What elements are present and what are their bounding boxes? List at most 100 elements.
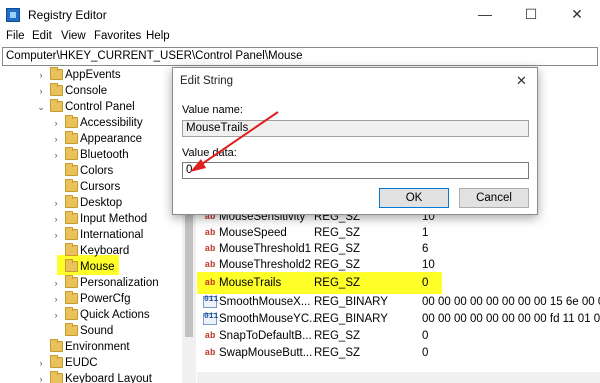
value-row-mousethreshold2[interactable]: ab MouseThreshold2 REG_SZ 10 (197, 257, 600, 273)
string-value-icon: ab (204, 244, 216, 254)
title-bar: Registry Editor — ☐ ✕ (0, 0, 600, 28)
expand-icon[interactable]: › (36, 67, 46, 83)
tree-item-label: Sound (80, 325, 114, 337)
expand-icon[interactable]: › (51, 291, 61, 307)
string-value-icon: ab (204, 228, 216, 238)
value-name: SwapMouseButt... (219, 347, 313, 359)
value-type: REG_BINARY (314, 296, 388, 308)
value-type: REG_SZ (314, 347, 361, 359)
folder-icon (65, 131, 78, 144)
string-value-icon: ab (204, 278, 216, 288)
tree-item-label: International (80, 229, 144, 241)
value-name: MouseSpeed (219, 227, 287, 239)
expand-icon[interactable]: › (51, 211, 61, 227)
expand-icon[interactable]: › (51, 307, 61, 323)
folder-icon (65, 195, 78, 208)
folder-icon (65, 307, 78, 320)
folder-icon (65, 275, 78, 288)
minimize-button[interactable]: — (462, 3, 508, 25)
key-tree: › AppEvents › Console ⌄ Control Panel › … (0, 67, 196, 383)
expand-icon[interactable]: › (51, 275, 61, 291)
value-data-field[interactable]: 0 (182, 162, 529, 179)
menu-bar: File Edit View Favorites Help (0, 28, 600, 46)
value-data: 00 00 00 00 00 00 00 00 fd 11 01 0 (422, 313, 600, 325)
value-data: 0 (422, 277, 429, 289)
expand-icon[interactable]: › (51, 227, 61, 243)
value-name: MouseThreshold1 (219, 243, 312, 255)
dialog-title: Edit String (180, 75, 234, 87)
value-type: REG_SZ (314, 259, 361, 271)
binary-value-icon: 011 (203, 296, 218, 308)
values-horizontal-scrollbar[interactable] (197, 372, 600, 383)
tree-item-label: Bluetooth (80, 149, 129, 161)
folder-icon (65, 323, 78, 336)
value-row-mousetrails[interactable]: ab MouseTrails REG_SZ 0 (197, 272, 600, 294)
value-data: 10 (422, 259, 435, 271)
value-row-smoothmousex[interactable]: 011 SmoothMouseX... REG_BINARY 00 00 00 … (197, 294, 600, 310)
string-value-icon: ab (204, 260, 216, 270)
value-row-smoothmousey[interactable]: 011 SmoothMouseYC... REG_BINARY 00 00 00… (197, 311, 600, 327)
binary-value-icon: 011 (203, 313, 218, 325)
value-row-swapmousebuttons[interactable]: ab SwapMouseButt... REG_SZ 0 (197, 345, 600, 361)
tree-item-label: Accessibility (80, 117, 143, 129)
folder-icon (50, 83, 63, 96)
folder-icon (65, 259, 78, 272)
value-data: 0 (422, 347, 429, 359)
menu-favorites[interactable]: Favorites (94, 30, 141, 42)
expand-icon[interactable]: › (36, 355, 46, 371)
folder-open-icon (50, 99, 63, 112)
dialog-close-button[interactable]: ✕ (516, 73, 527, 89)
menu-edit[interactable]: Edit (32, 30, 52, 42)
expand-icon[interactable]: › (36, 371, 46, 383)
value-name-field[interactable]: MouseTrails (182, 120, 529, 137)
tree-item-label: Input Method (80, 213, 148, 225)
tree-item-label: AppEvents (65, 69, 121, 81)
cancel-button[interactable]: Cancel (459, 188, 529, 208)
folder-icon (65, 243, 78, 256)
expand-icon[interactable]: › (51, 147, 61, 163)
expand-icon[interactable]: › (36, 83, 46, 99)
string-value-icon: ab (204, 331, 216, 341)
expand-icon[interactable]: › (51, 195, 61, 211)
folder-icon (65, 179, 78, 192)
folder-icon (65, 227, 78, 240)
edit-string-dialog: Edit String ✕ Value name: MouseTrails Va… (172, 67, 538, 215)
value-row-mousethreshold1[interactable]: ab MouseThreshold1 REG_SZ 6 (197, 241, 600, 257)
tree-item-label: Keyboard Layout (65, 373, 152, 383)
value-name: MouseTrails (219, 277, 282, 289)
value-name: SmoothMouseX... (219, 296, 311, 308)
address-bar[interactable]: Computer\HKEY_CURRENT_USER\Control Panel… (2, 47, 598, 66)
folder-icon (50, 371, 63, 383)
folder-icon (50, 67, 63, 80)
tree-item-label: Colors (80, 165, 114, 177)
tree-item-label: Appearance (80, 133, 143, 145)
expand-icon[interactable]: › (51, 131, 61, 147)
folder-icon (50, 355, 63, 368)
maximize-button[interactable]: ☐ (508, 3, 554, 25)
tree-item-label: EUDC (65, 357, 98, 369)
tree-item-label: Desktop (80, 197, 123, 209)
value-type: REG_BINARY (314, 313, 388, 325)
tree-item-label: Environment (65, 341, 130, 353)
value-data: 1 (422, 227, 429, 239)
string-value-icon: ab (204, 348, 216, 358)
close-button[interactable]: ✕ (554, 3, 600, 25)
tree-item-label: Cursors (80, 181, 121, 193)
collapse-icon[interactable]: ⌄ (36, 99, 46, 115)
menu-help[interactable]: Help (146, 30, 170, 42)
folder-icon (65, 211, 78, 224)
tree-item-label: Keyboard (80, 245, 130, 257)
ok-button[interactable]: OK (379, 188, 449, 208)
folder-icon (65, 163, 78, 176)
value-type: REG_SZ (314, 227, 361, 239)
expand-icon[interactable]: › (51, 115, 61, 131)
tree-item-label: Console (65, 85, 108, 97)
folder-icon (65, 291, 78, 304)
menu-file[interactable]: File (6, 30, 25, 42)
folder-icon (50, 339, 63, 352)
value-row-snaptodefault[interactable]: ab SnapToDefaultB... REG_SZ 0 (197, 328, 600, 344)
value-type: REG_SZ (314, 277, 361, 289)
menu-view[interactable]: View (61, 30, 86, 42)
value-data: 0 (422, 330, 429, 342)
value-row-mousespeed[interactable]: ab MouseSpeed REG_SZ 1 (197, 225, 600, 241)
